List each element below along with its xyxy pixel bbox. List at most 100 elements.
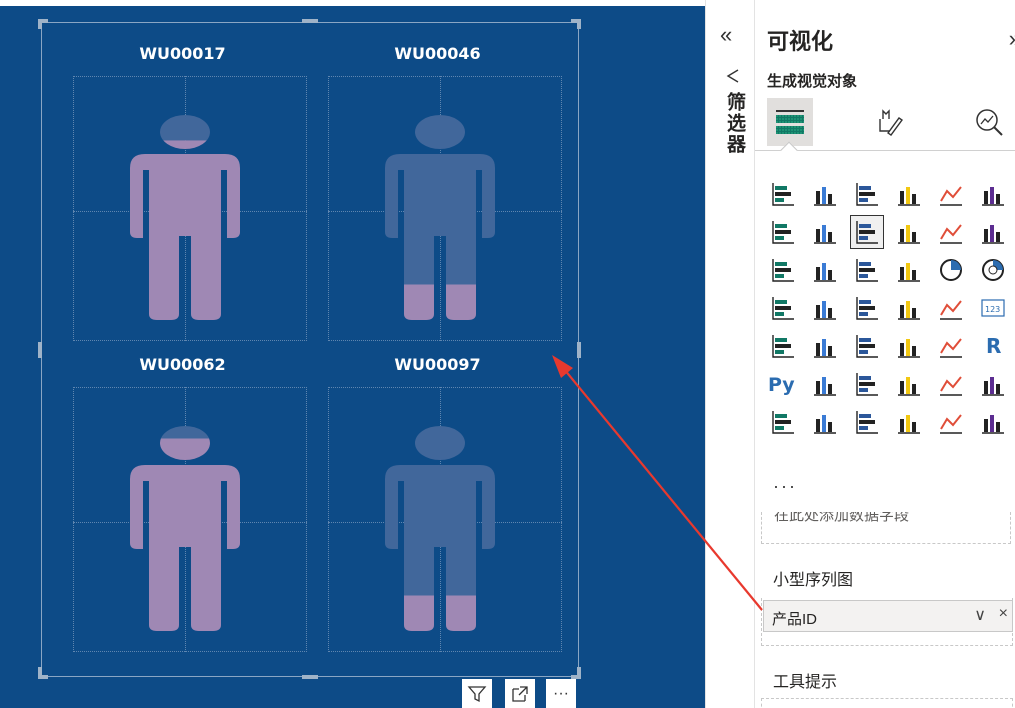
- 100-stacked-column-chart-icon[interactable]: [977, 178, 1009, 210]
- decomposition-tree-icon[interactable]: [851, 368, 883, 400]
- treemap-icon[interactable]: [767, 292, 799, 324]
- stacked-area-chart-icon[interactable]: [850, 215, 884, 249]
- filter-icon: [726, 69, 739, 83]
- pie-chart-icon[interactable]: [935, 254, 967, 286]
- waterfall-chart-icon[interactable]: [809, 254, 841, 286]
- clustered-column-chart-icon[interactable]: [893, 178, 925, 210]
- power-automate-icon[interactable]: [809, 406, 841, 438]
- analytics-icon: [976, 109, 1003, 136]
- arcgis-map-icon[interactable]: [893, 406, 925, 438]
- person-figure[interactable]: [380, 106, 500, 321]
- close-icon[interactable]: ×: [999, 605, 1008, 623]
- pane-title: 可视化: [767, 30, 834, 55]
- ribbon-chart-icon[interactable]: [767, 254, 799, 286]
- resize-handle-top[interactable]: [302, 19, 318, 23]
- small-multiple-cell[interactable]: WU00097: [310, 335, 565, 652]
- svg-text:Py: Py: [768, 374, 795, 396]
- goals-icon[interactable]: [977, 368, 1009, 400]
- tooltip-well[interactable]: [761, 698, 1013, 708]
- resize-handle-tl[interactable]: [38, 19, 42, 29]
- svg-text:123: 123: [985, 305, 1000, 314]
- expand-pane-button[interactable]: »: [1009, 26, 1015, 52]
- tooltip-label: 工具提示: [773, 672, 838, 691]
- paginated-report-icon[interactable]: [767, 406, 799, 438]
- build-visual-subtitle: 生成视觉对象: [767, 72, 858, 90]
- line-and-stacked-column-chart-icon[interactable]: [935, 216, 967, 248]
- person-figure[interactable]: [125, 106, 245, 321]
- field-name: 产品ID: [772, 611, 818, 628]
- report-canvas[interactable]: WU00017 WU00046 WU00062 WU00097 ···: [0, 0, 705, 708]
- power-apps-icon[interactable]: [935, 406, 967, 438]
- map-icon[interactable]: [809, 292, 841, 324]
- tab-format-visual[interactable]: [865, 98, 911, 146]
- tab-analytics[interactable]: [965, 98, 1011, 146]
- chevron-down-icon[interactable]: ∨: [974, 605, 986, 625]
- person-icon: [385, 115, 495, 320]
- line-and-clustered-column-chart-icon[interactable]: [977, 216, 1009, 248]
- matrix-icon[interactable]: [935, 330, 967, 362]
- filters-pane-collapsed[interactable]: « 筛选器: [705, 0, 755, 708]
- person-figure[interactable]: [125, 417, 245, 632]
- small-multiple-cell[interactable]: WU00046: [310, 24, 565, 341]
- resize-handle-br[interactable]: [577, 667, 581, 677]
- small-multiple-cell[interactable]: WU00062: [55, 335, 310, 652]
- placeholder-text: 在此处添加数据字段: [774, 512, 910, 524]
- smart-narrative-icon[interactable]: [935, 368, 967, 400]
- filled-portion: [130, 140, 240, 320]
- person-figure[interactable]: [380, 417, 500, 632]
- slicer-icon[interactable]: [851, 330, 883, 362]
- svg-text:R: R: [986, 334, 1001, 358]
- python-visual-icon[interactable]: Py: [767, 368, 799, 400]
- empty-portion: [385, 115, 495, 285]
- qna-icon[interactable]: [893, 368, 925, 400]
- visual-filter-button[interactable]: [462, 679, 492, 708]
- filled-portion: [130, 438, 240, 631]
- focus-mode-button[interactable]: [505, 679, 535, 708]
- field-well-placeholder[interactable]: 在此处添加数据字段: [761, 512, 1011, 544]
- donut-chart-icon[interactable]: [977, 254, 1009, 286]
- collapse-pane-button[interactable]: «: [720, 22, 732, 48]
- format-visual-icon: [879, 109, 903, 136]
- build-visual-icon: [776, 110, 804, 134]
- power-automate-flow-icon[interactable]: [977, 406, 1009, 438]
- funnel-chart-icon[interactable]: [851, 254, 883, 286]
- table-icon[interactable]: [893, 330, 925, 362]
- resize-handle-bottom[interactable]: [302, 675, 318, 679]
- small-multiple-title: WU00062: [139, 355, 226, 374]
- stacked-column-chart-icon[interactable]: [809, 178, 841, 210]
- gauge-icon[interactable]: [935, 292, 967, 324]
- multi-row-card-icon[interactable]: [767, 330, 799, 362]
- small-multiple-title: WU00046: [394, 44, 481, 63]
- resize-handle-bl[interactable]: [38, 675, 48, 679]
- filters-label[interactable]: 筛选器: [724, 92, 748, 155]
- resize-handle-tr[interactable]: [577, 19, 581, 29]
- focus-mode-icon: [512, 685, 528, 702]
- person-icon: [130, 115, 240, 320]
- small-multiple-cell[interactable]: WU00017: [55, 24, 310, 341]
- azure-map-icon[interactable]: [893, 292, 925, 324]
- card-icon[interactable]: 123: [977, 292, 1009, 324]
- more-visuals-button[interactable]: ···: [773, 476, 797, 497]
- empty-portion: [385, 426, 495, 596]
- r-visual-icon[interactable]: R: [977, 330, 1009, 362]
- line-chart-icon[interactable]: [767, 216, 799, 248]
- field-pill-product-id[interactable]: 产品ID ∨ ×: [763, 600, 1013, 632]
- small-multiple-title: WU00017: [139, 44, 226, 63]
- filled-map-icon[interactable]: [851, 292, 883, 324]
- 100-stacked-bar-chart-icon[interactable]: [935, 178, 967, 210]
- more-options-button[interactable]: ···: [546, 679, 576, 708]
- 100-stacked-area-chart-icon[interactable]: [893, 216, 925, 248]
- resize-handle-right[interactable]: [577, 342, 581, 358]
- more-options-label: ···: [553, 684, 569, 702]
- tab-build-visual[interactable]: [767, 98, 813, 146]
- custom-visual-icon[interactable]: [851, 406, 883, 438]
- small-multiples-label: 小型序列图: [773, 570, 854, 589]
- area-chart-icon[interactable]: [809, 216, 841, 248]
- clustered-bar-chart-icon[interactable]: [851, 178, 883, 210]
- resize-handle-left[interactable]: [38, 342, 42, 358]
- kpi-icon[interactable]: [809, 330, 841, 362]
- scatter-chart-icon[interactable]: [893, 254, 925, 286]
- stacked-bar-chart-icon[interactable]: [767, 178, 799, 210]
- key-influencers-icon[interactable]: [809, 368, 841, 400]
- person-icon: [385, 426, 495, 631]
